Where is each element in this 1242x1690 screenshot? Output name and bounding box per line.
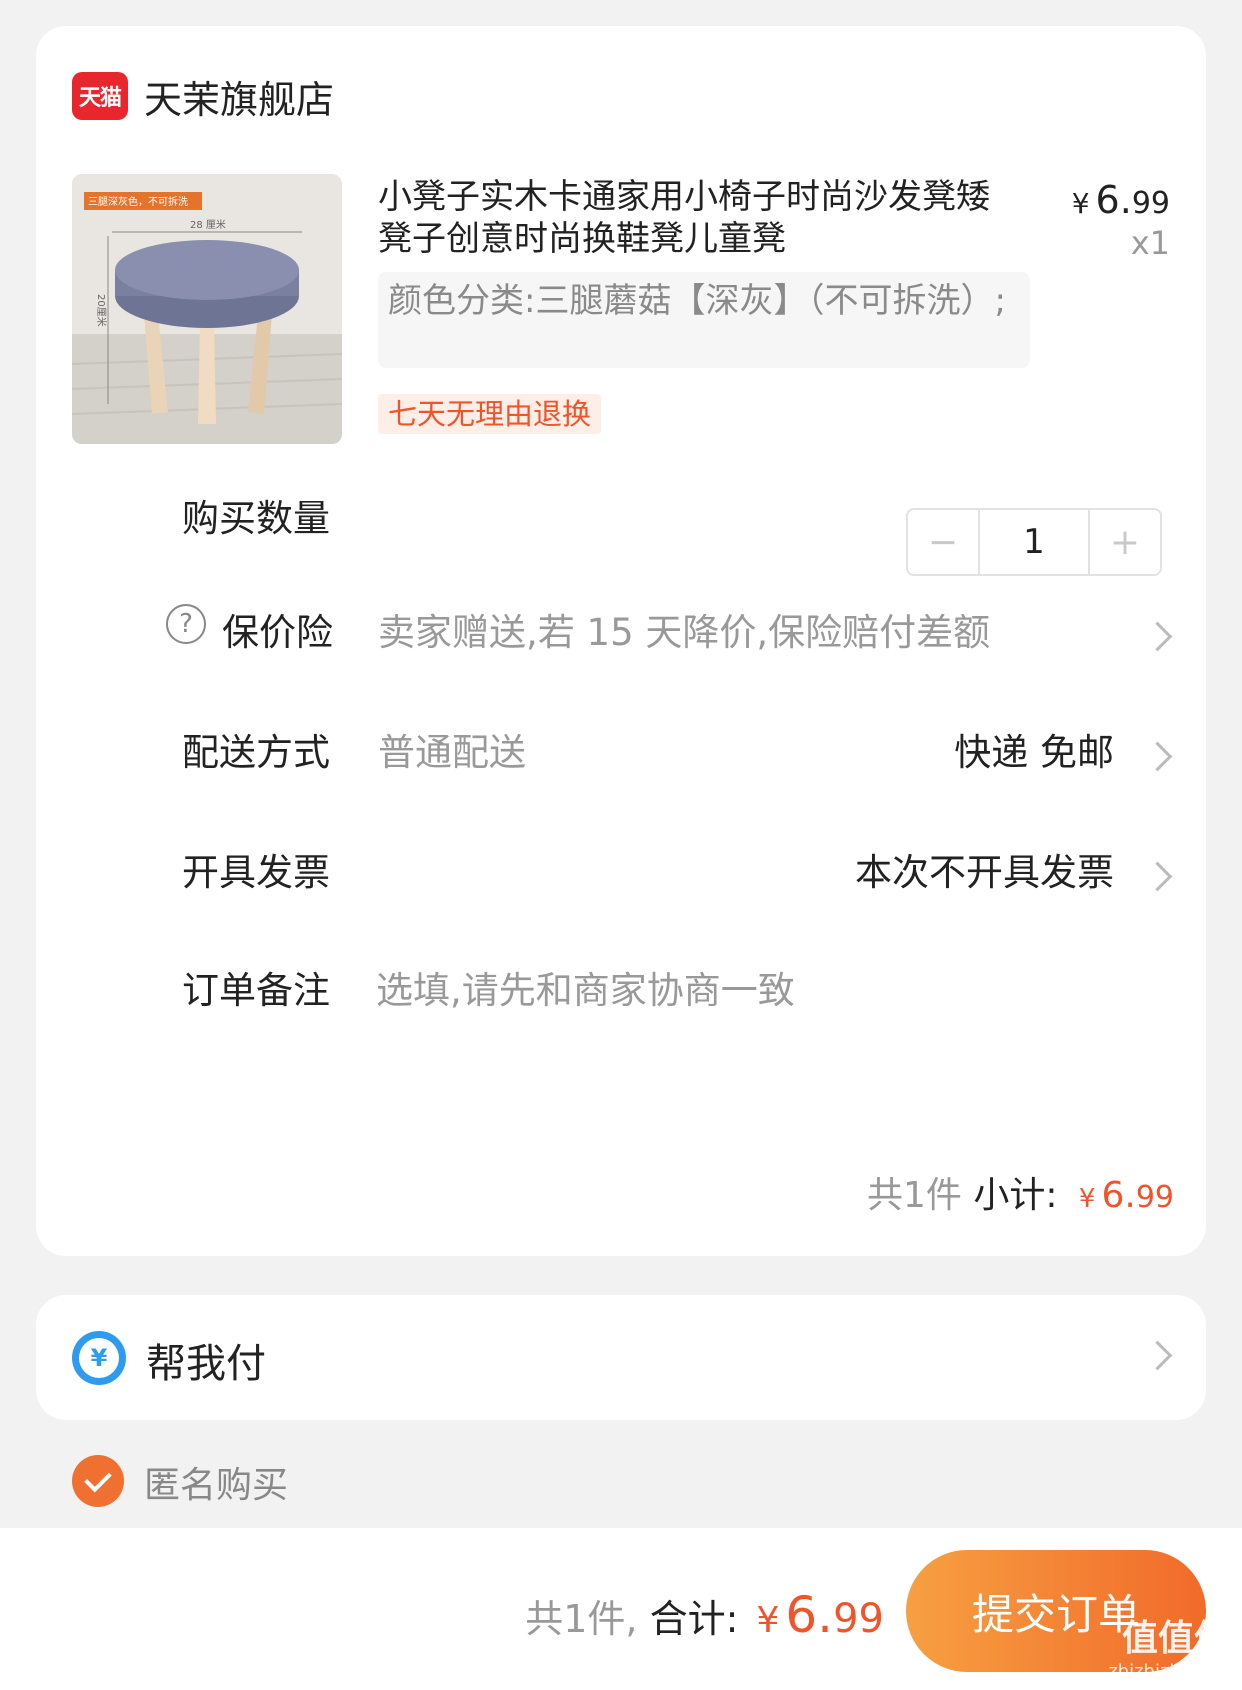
note-label: 订单备注 <box>182 969 330 1012</box>
subtotal-frac: 99 <box>1135 1180 1174 1215</box>
order-card: 天猫 天茉旗舰店 三腿深灰色，不可拆洗 28 厘米 20厘米 小凳子实木卡通家用… <box>36 26 1206 1256</box>
stool-image: 三腿深灰色，不可拆洗 28 厘米 20厘米 <box>72 174 342 444</box>
insurance-text[interactable]: 卖家赠送,若 15 天降价,保险赔付差额 <box>378 602 990 656</box>
subtotal-int: 6. <box>1101 1175 1136 1216</box>
order-total: 共1件, 合计: ¥6.99 <box>525 1586 884 1644</box>
quantity-stepper[interactable]: − 1 + <box>906 508 1162 576</box>
bottom-bar: 共1件, 合计: ¥6.99 提交订单 值值值 zhizhizhi.com <box>0 1528 1242 1690</box>
increment-button[interactable]: + <box>1090 510 1160 574</box>
subtotal: 共1件 小计: ¥6.99 <box>867 1166 1174 1218</box>
total-amount: ¥6.99 <box>750 1586 884 1644</box>
decrement-button[interactable]: − <box>908 510 978 574</box>
product-title[interactable]: 小凳子实木卡通家用小椅子时尚沙发凳矮凳子创意时尚换鞋凳儿童凳 <box>378 176 1018 260</box>
product-thumbnail[interactable]: 三腿深灰色，不可拆洗 28 厘米 20厘米 <box>72 174 342 444</box>
subtotal-amount: ¥6.99 <box>1069 1175 1174 1216</box>
return-policy-tag: 七天无理由退换 <box>378 394 602 434</box>
delivery-label: 配送方式 <box>182 731 330 774</box>
price-int: 6. <box>1095 178 1132 222</box>
delivery-method[interactable]: 普通配送 <box>378 722 526 776</box>
anonymous-label[interactable]: 匿名购买 <box>144 1456 288 1508</box>
price-frac: 99 <box>1131 186 1170 221</box>
chevron-right-icon[interactable] <box>1142 621 1173 652</box>
pay-for-me-card[interactable]: ¥ 帮我付 <box>36 1295 1206 1420</box>
insurance-label: 保价险 <box>222 611 333 654</box>
product-price: ¥6.99 <box>1072 178 1170 222</box>
total-int: 6. <box>785 1586 834 1644</box>
total-count: 共1件, <box>525 1597 638 1641</box>
thumb-height-label: 20厘米 <box>95 294 108 327</box>
chevron-right-icon[interactable] <box>1142 741 1173 772</box>
subtotal-count: 共1件 <box>866 1175 962 1216</box>
help-icon[interactable]: ? <box>166 604 206 644</box>
chevron-right-icon[interactable] <box>1142 1340 1173 1371</box>
tmall-logo: 天猫 <box>72 72 128 120</box>
product-quantity: x1 <box>1130 224 1170 262</box>
total-frac: 99 <box>833 1596 884 1642</box>
pay-for-me-icon: ¥ <box>72 1331 126 1385</box>
check-icon <box>84 1464 112 1492</box>
quantity-label: 购买数量 <box>182 497 330 540</box>
note-input[interactable]: 选填,请先和商家协商一致 <box>376 960 795 1014</box>
store-header[interactable]: 天猫 天茉旗舰店 <box>72 68 334 124</box>
watermark-url: zhizhizhi.com <box>1108 1661 1230 1682</box>
quantity-input[interactable]: 1 <box>978 510 1090 574</box>
price-currency: ¥ <box>1071 187 1090 220</box>
invoice-value[interactable]: 本次不开具发票 <box>855 842 1114 896</box>
store-name[interactable]: 天茉旗舰店 <box>144 69 334 124</box>
pay-for-me-label: 帮我付 <box>146 1341 266 1387</box>
invoice-label: 开具发票 <box>182 851 330 894</box>
chevron-right-icon[interactable] <box>1142 861 1173 892</box>
watermark: 值值值 zhizhizhi.com <box>1108 1609 1230 1682</box>
delivery-value[interactable]: 快递 免邮 <box>954 722 1114 776</box>
thumb-badge: 三腿深灰色，不可拆洗 <box>88 195 188 208</box>
subtotal-label: 小计: <box>973 1175 1058 1216</box>
anonymous-checkbox[interactable] <box>72 1455 124 1507</box>
total-currency: ¥ <box>756 1600 780 1641</box>
subtotal-currency: ¥ <box>1078 1184 1096 1214</box>
watermark-logo: 值值值 <box>1121 1618 1230 1659</box>
sku-spec[interactable]: 颜色分类:三腿蘑菇【深灰】（不可拆洗）; <box>378 272 1030 368</box>
thumb-width-label: 28 厘米 <box>190 218 226 231</box>
yen-icon: ¥ <box>79 1338 119 1378</box>
total-label: 合计: <box>649 1597 739 1641</box>
